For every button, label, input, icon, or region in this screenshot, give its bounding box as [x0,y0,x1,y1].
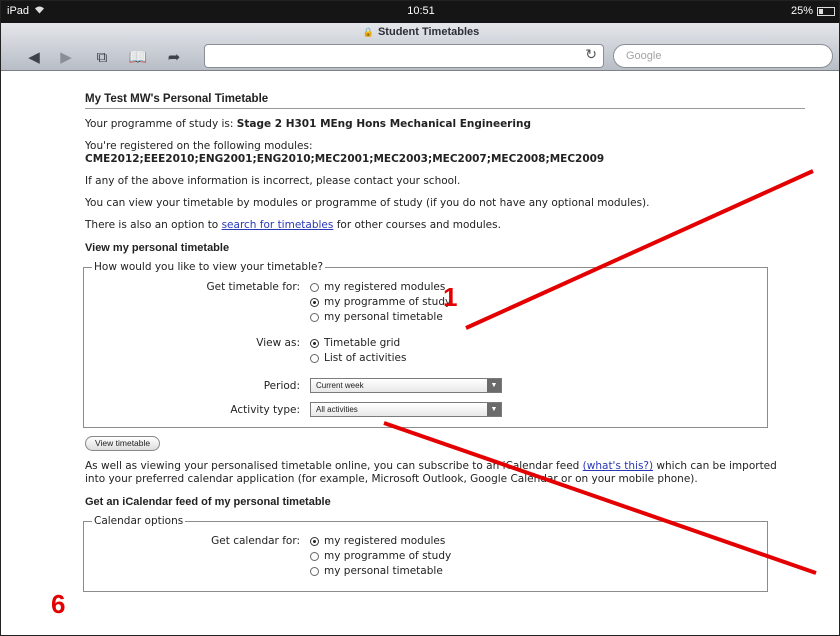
modules-list: CME2012;EEE2010;ENG2001;ENG2010;MEC2001;… [85,153,605,165]
page-content: My Test MW's Personal Timetable Your pro… [83,93,805,600]
chevron-down-icon[interactable]: ▼ [487,379,501,392]
programme-name: Stage 2 H301 MEng Hons Mechanical Engine… [236,118,531,130]
period-row: Period: Current week ▼ [92,378,759,393]
tabs-icon[interactable]: ⧉ [91,47,113,67]
status-bar: iPad 10:51 25% [1,1,839,23]
radio-timetable-grid[interactable]: Timetable grid [310,337,407,349]
radio-dot[interactable] [310,338,319,348]
ipad-screen: iPad 10:51 25% 🔒 Student Timetables ◀ ▶ ⧉… [0,0,840,636]
radio-cal-programme-of-study[interactable]: my programme of study [310,550,451,562]
share-icon[interactable]: ➦ [163,47,185,67]
radio-dot[interactable] [310,312,319,322]
incorrect-note: If any of the above information is incor… [85,175,461,187]
activity-label: Activity type: [230,403,300,416]
radio-dot[interactable] [310,536,319,546]
lock-icon: 🔒 [362,27,374,37]
calendar-options-fieldset: Calendar options Get calendar for: my re… [83,515,768,592]
chevron-down-icon[interactable]: ▼ [487,403,501,416]
battery-percent: 25% [790,5,813,17]
view-as-row: View as: Timetable grid List of activiti… [92,337,759,364]
back-icon[interactable]: ◀ [23,47,45,67]
search-input[interactable]: Google [613,44,833,68]
radio-dot[interactable] [310,282,319,292]
programme-line: Your programme of study is: Stage 2 H301… [85,118,531,130]
reload-icon[interactable]: ↻ [585,47,597,63]
bookmarks-icon[interactable]: 📖 [127,47,149,67]
view-legend: How would you like to view your timetabl… [94,261,324,273]
radio-list-of-activities[interactable]: List of activities [310,352,407,364]
activity-row: Activity type: All activities ▼ [92,402,759,417]
ical-note: As well as viewing your personalised tim… [85,460,777,485]
view-timetable-button[interactable]: View timetable [85,436,161,451]
battery-icon [817,6,835,16]
radio-cal-personal-timetable[interactable]: my personal timetable [310,565,451,577]
search-timetables-link[interactable]: search for timetables [222,219,334,231]
page-title: My Test MW's Personal Timetable [85,93,805,109]
annotation-label-6: 6 [51,589,66,619]
modules-block: You're registered on the following modul… [85,140,805,166]
view-heading: View my personal timetable [85,242,230,254]
annotation-label-1: 1 [443,282,458,312]
forward-icon[interactable]: ▶ [55,47,77,67]
whats-this-link[interactable]: (what's this?) [583,460,653,472]
radio-personal-timetable[interactable]: my personal timetable [310,311,451,323]
radio-dot[interactable] [310,297,319,307]
ical-heading: Get an iCalendar feed of my personal tim… [85,496,331,508]
url-bar[interactable]: ↻ [204,44,604,68]
radio-cal-registered-modules[interactable]: my registered modules [310,535,451,547]
tab-title: 🔒 Student Timetables [362,26,480,38]
view-options-fieldset: How would you like to view your timetabl… [83,261,768,428]
period-select[interactable]: Current week ▼ [310,378,502,393]
calendar-legend: Calendar options [94,515,184,527]
radio-programme-of-study[interactable]: my programme of study [310,296,451,308]
get-calendar-row: Get calendar for: my registered modules … [92,535,759,577]
get-calendar-label: Get calendar for: [211,535,300,547]
search-note: There is also an option to search for ti… [85,219,501,231]
clock: 10:51 [407,5,435,17]
modules-intro: You're registered on the following modul… [85,140,313,152]
get-timetable-row: Get timetable for: my registered modules… [92,281,759,323]
browser-toolbar: 🔒 Student Timetables ◀ ▶ ⧉ 📖 ➦ ↻ Google [1,23,839,71]
view-note: You can view your timetable by modules o… [85,197,650,209]
radio-dot[interactable] [310,353,319,363]
radio-dot[interactable] [310,551,319,561]
radio-registered-modules[interactable]: my registered modules [310,281,451,293]
view-as-label: View as: [256,337,300,349]
activity-select[interactable]: All activities ▼ [310,402,502,417]
radio-dot[interactable] [310,566,319,576]
get-timetable-label: Get timetable for: [206,281,301,293]
period-label: Period: [263,379,300,392]
